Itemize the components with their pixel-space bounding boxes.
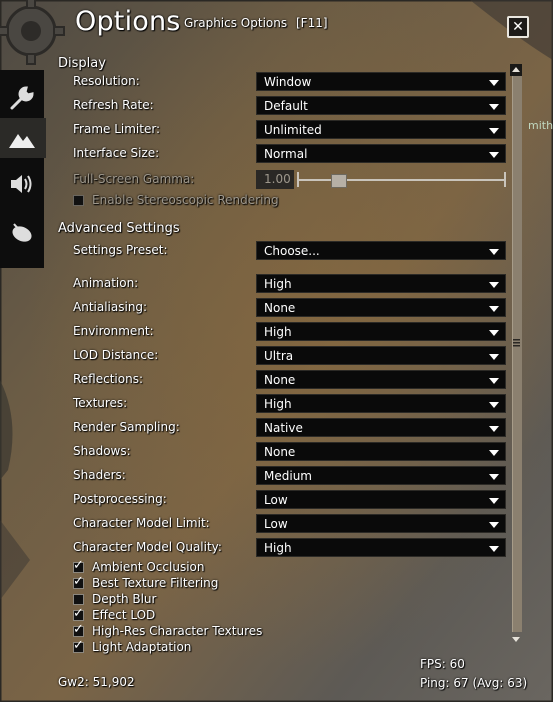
postprocessing-label: Postprocessing:	[73, 492, 167, 506]
animation-dropdown[interactable]: High	[256, 274, 506, 293]
ambient-occlusion-label: Ambient Occlusion	[92, 560, 205, 574]
settings-preset-dropdown[interactable]: Choose...	[256, 241, 506, 260]
gamma-slider-end	[504, 172, 506, 187]
category-tab-strip	[0, 70, 46, 268]
character-model-limit-label: Character Model Limit:	[73, 516, 210, 530]
textures-dropdown[interactable]: High	[256, 394, 506, 413]
textures-label: Textures:	[73, 396, 128, 410]
close-icon: ✕	[512, 19, 524, 35]
gamma-label: Full-Screen Gamma:	[73, 172, 195, 186]
speaker-icon	[11, 175, 32, 193]
lod-distance-dropdown[interactable]: Ultra	[256, 346, 506, 365]
gamma-value: 1.00	[256, 170, 294, 189]
shaders-dropdown[interactable]: Medium	[256, 466, 506, 485]
resolution-label: Resolution:	[73, 74, 140, 88]
character-model-quality-dropdown[interactable]: High	[256, 538, 506, 557]
shadows-label: Shadows:	[73, 444, 131, 458]
checkmark-icon: ✓	[73, 622, 84, 637]
scrollbar-track[interactable]	[512, 76, 522, 632]
best-texture-filtering-label: Best Texture Filtering	[92, 576, 219, 590]
reflections-dropdown[interactable]: None	[256, 370, 506, 389]
scroll-down-button[interactable]	[510, 633, 522, 645]
render-sampling-label: Render Sampling:	[73, 420, 180, 434]
depth-blur-checkbox[interactable]	[73, 594, 84, 605]
chevron-down-icon	[489, 426, 499, 432]
render-sampling-dropdown[interactable]: Native	[256, 418, 506, 437]
high-res-textures-checkbox[interactable]: ✓	[73, 622, 84, 637]
antialiasing-label: Antialiasing:	[73, 300, 148, 314]
general-tab[interactable]	[0, 76, 44, 116]
animation-label: Animation:	[73, 276, 139, 290]
chevron-down-icon	[489, 80, 499, 86]
resolution-dropdown[interactable]: Window	[256, 72, 506, 91]
hotkey-label: [F11]	[296, 16, 328, 30]
stereoscopic-label: Enable Stereoscopic Rendering	[92, 193, 279, 207]
chevron-down-icon	[489, 282, 499, 288]
chevron-down-icon	[489, 104, 499, 110]
checkmark-icon: ✓	[73, 606, 84, 621]
refresh-rate-dropdown[interactable]: Default	[256, 96, 506, 115]
graphics-tab[interactable]	[0, 118, 46, 158]
checkmark-icon: ✓	[73, 558, 84, 573]
fps-readout: FPS: 60	[420, 657, 465, 671]
effect-lod-checkbox[interactable]: ✓	[73, 606, 84, 621]
settings-preset-label: Settings Preset:	[73, 243, 168, 257]
chevron-down-icon	[489, 378, 499, 384]
scrollbar-grip-icon[interactable]	[512, 338, 521, 348]
window-title: Options	[75, 6, 181, 37]
effect-lod-label: Effect LOD	[92, 608, 156, 622]
frame-limiter-label: Frame Limiter:	[73, 122, 161, 136]
display-heading: Display	[58, 56, 106, 71]
antialiasing-dropdown[interactable]: None	[256, 298, 506, 317]
background-text-fragment: mith	[528, 119, 553, 132]
ambient-occlusion-checkbox[interactable]: ✓	[73, 558, 84, 573]
window-subtitle: Graphics Options	[184, 16, 288, 30]
environment-dropdown[interactable]: High	[256, 322, 506, 341]
chevron-down-icon	[489, 402, 499, 408]
lod-distance-label: LOD Distance:	[73, 348, 159, 362]
chevron-down-icon	[489, 522, 499, 528]
interface-size-label: Interface Size:	[73, 146, 160, 160]
chevron-down-icon	[489, 498, 499, 504]
chevron-down-icon	[489, 546, 499, 552]
gamma-slider-track[interactable]	[298, 179, 506, 181]
character-model-limit-dropdown[interactable]: Low	[256, 514, 506, 533]
light-adaptation-checkbox[interactable]: ✓	[73, 638, 84, 653]
stereoscopic-checkbox[interactable]	[73, 195, 84, 206]
advanced-heading: Advanced Settings	[58, 221, 180, 236]
chevron-down-icon	[489, 128, 499, 134]
audio-tab[interactable]	[0, 162, 44, 202]
ping-readout: Ping: 67 (Avg: 63)	[420, 676, 528, 690]
environment-label: Environment:	[73, 324, 154, 338]
chevron-down-icon	[489, 354, 499, 360]
gamma-slider-handle[interactable]	[331, 174, 347, 188]
postprocessing-dropdown[interactable]: Low	[256, 490, 506, 509]
chevron-down-icon	[489, 474, 499, 480]
chevron-down-icon	[489, 152, 499, 158]
depth-blur-label: Depth Blur	[92, 592, 157, 606]
best-texture-filtering-checkbox[interactable]: ✓	[73, 574, 84, 589]
chevron-down-icon	[489, 450, 499, 456]
mountains-icon	[9, 134, 35, 148]
reflections-label: Reflections:	[73, 372, 144, 386]
interface-size-dropdown[interactable]: Normal	[256, 144, 506, 163]
light-adaptation-label: Light Adaptation	[92, 640, 192, 654]
checkmark-icon: ✓	[73, 574, 84, 589]
frame-limiter-dropdown[interactable]: Unlimited	[256, 120, 506, 139]
mouse-icon	[12, 223, 32, 242]
refresh-rate-label: Refresh Rate:	[73, 98, 154, 112]
controls-tab[interactable]	[0, 210, 44, 250]
character-model-quality-label: Character Model Quality:	[73, 540, 222, 554]
chevron-down-icon	[489, 306, 499, 312]
build-number: Gw2: 51,902	[58, 675, 135, 689]
shaders-label: Shaders:	[73, 468, 126, 482]
scroll-up-button[interactable]	[510, 64, 522, 76]
shadows-dropdown[interactable]: None	[256, 442, 506, 461]
wrench-icon	[10, 86, 34, 110]
high-res-textures-label: High-Res Character Textures	[92, 624, 263, 638]
chevron-down-icon	[489, 249, 499, 255]
close-button[interactable]: ✕	[507, 16, 529, 38]
chevron-down-icon	[489, 330, 499, 336]
checkmark-icon: ✓	[73, 638, 84, 653]
